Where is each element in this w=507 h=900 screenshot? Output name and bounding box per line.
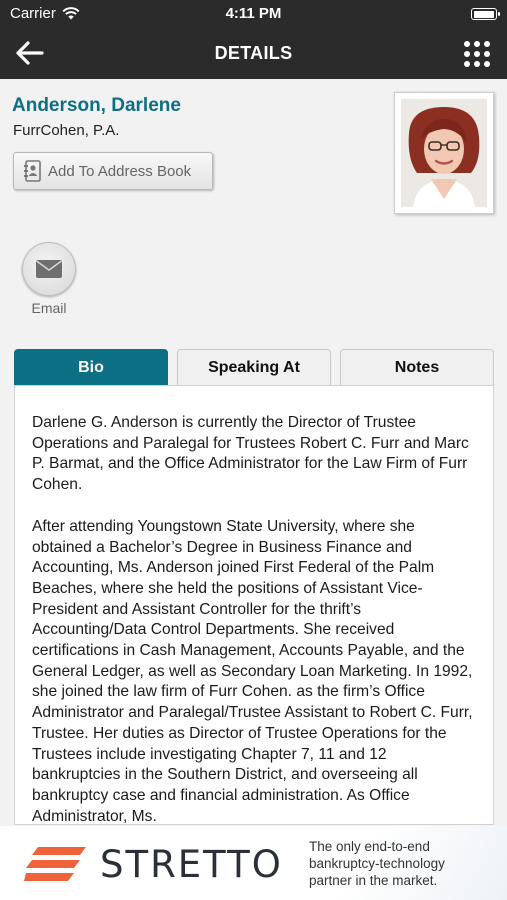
ad-tagline: The only end-to-end bankruptcy-technolog… [309, 838, 445, 889]
email-label: Email [31, 300, 67, 316]
add-to-address-book-button[interactable]: Add To Address Book [13, 152, 213, 190]
bio-paragraph: Darlene G. Anderson is currently the Dir… [32, 414, 469, 494]
contact-name: Anderson, Darlene [12, 95, 181, 116]
grid-dots-icon [464, 41, 490, 67]
battery-icon [471, 8, 500, 20]
brand-name: STRETTO [100, 843, 283, 886]
tagline-line: The only end-to-end [309, 839, 430, 854]
contact-photo-frame [394, 92, 494, 214]
tab-notes[interactable]: Notes [340, 349, 494, 385]
tab-bio[interactable]: Bio [14, 349, 168, 385]
status-bar: Carrier 4:11 PM [0, 0, 507, 28]
tagline-line: partner in the market. [309, 873, 438, 888]
stretto-logo-icon [24, 847, 86, 881]
address-book-icon [24, 160, 41, 182]
bio-paragraph: After attending Youngstown State Univers… [32, 517, 473, 825]
tab-speaking-at[interactable]: Speaking At [177, 349, 331, 385]
add-to-address-book-label: Add To Address Book [48, 162, 192, 180]
sponsor-banner[interactable]: STRETTO The only end-to-end bankruptcy-t… [0, 826, 507, 900]
contact-photo [401, 99, 487, 207]
page-title: DETAILS [214, 43, 293, 63]
tagline-line: bankruptcy-technology [309, 856, 445, 871]
navigation-bar: Carrier 4:11 PM DETAILS [0, 0, 507, 79]
contact-company: FurrCohen, P.A. [13, 122, 120, 139]
clock: 4:11 PM [225, 5, 282, 22]
envelope-icon [36, 260, 62, 278]
bio-content-panel[interactable]: Darlene G. Anderson is currently the Dir… [14, 385, 494, 825]
email-button[interactable] [22, 242, 76, 296]
menu-button[interactable] [463, 40, 491, 68]
portrait-image [401, 99, 487, 207]
